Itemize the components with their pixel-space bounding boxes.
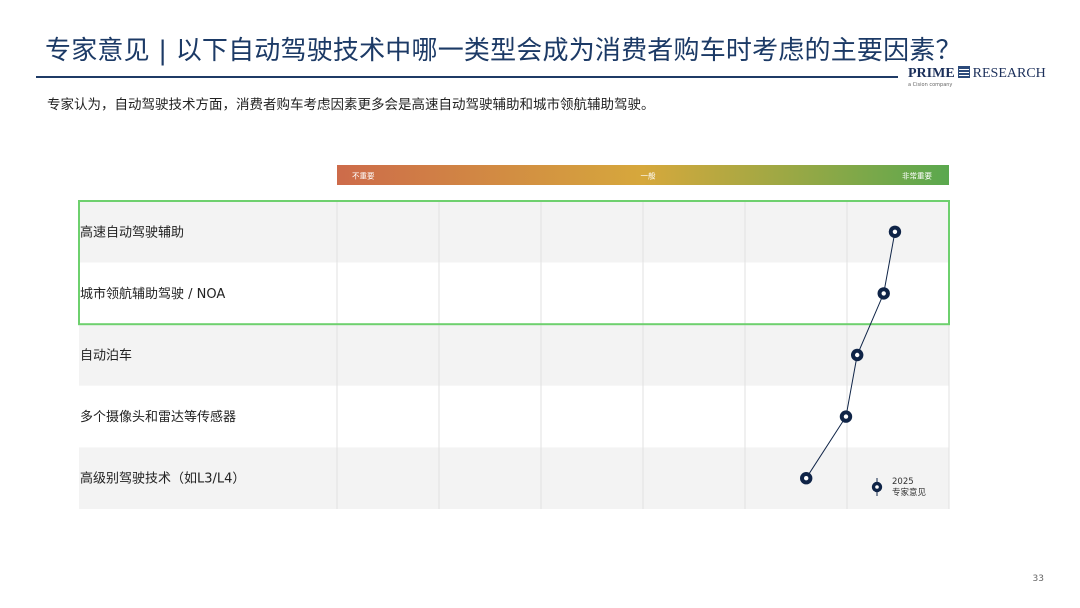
page-number: 33 — [1032, 574, 1044, 584]
scale-label-high: 非常重要 — [902, 171, 932, 181]
data-point — [877, 287, 890, 300]
data-point — [851, 348, 864, 362]
data-point-center — [881, 291, 886, 296]
scale-label-mid: 一般 — [641, 171, 656, 181]
data-point — [888, 225, 902, 238]
row-label: 高速自动驾驶辅助 — [80, 224, 184, 240]
scale-label-low: 不重要 — [352, 172, 375, 181]
importance-chart: 不重要 一般 非常重要 高速自动驾驶辅助城市领航辅助驾驶 / NOA 自动泊车多个… — [78, 165, 950, 509]
row-label: 城市领航辅助驾驶 / NOA — [80, 286, 225, 302]
legend-label: 专家意见 — [892, 487, 927, 498]
data-point-center — [843, 414, 849, 419]
row-background — [79, 201, 949, 263]
data-point-center — [892, 229, 898, 234]
data-point-center — [855, 352, 860, 358]
legend-marker-center — [875, 485, 879, 489]
row-label: 自动泊车 — [80, 348, 132, 364]
data-point — [800, 472, 813, 485]
row-background — [79, 324, 949, 386]
data-point-center — [804, 476, 809, 481]
legend-year: 2025 — [892, 477, 914, 487]
data-point — [839, 410, 853, 423]
row-label: 高级别驾驶技术（如L3/L4） — [80, 471, 245, 487]
row-label: 多个摄像头和雷达等传感器 — [80, 409, 236, 425]
